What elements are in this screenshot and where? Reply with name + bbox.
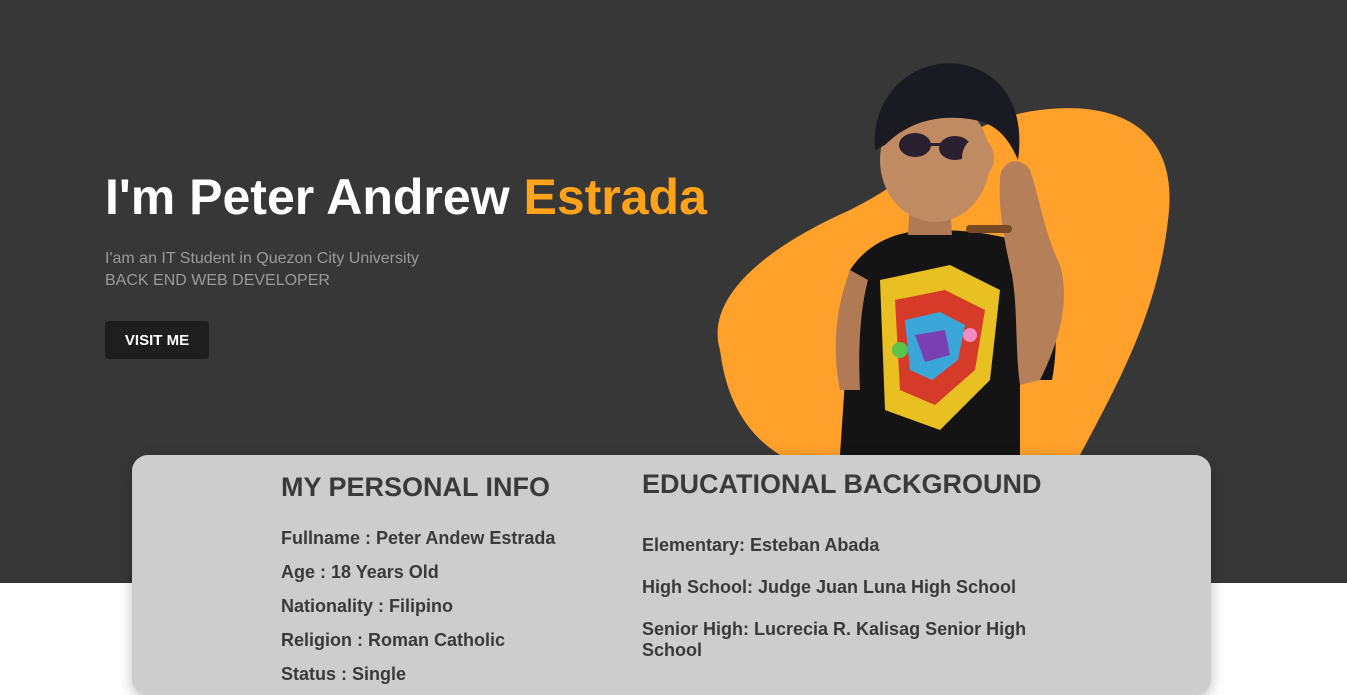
personal-info-nationality: Nationality : Filipino [281,596,453,616]
education-elementary: Elementary: Esteban Abada [642,535,880,555]
hero-title-name: I'm Peter Andrew [105,169,524,225]
hero-title-accent: Estrada [523,169,707,225]
personal-info-status: Status : Single [281,664,407,684]
visit-me-button[interactable]: VISIT ME [105,321,209,359]
hero-subtitle: I'am an IT Student in Quezon City Univer… [105,248,419,292]
education-heading: EDUCATIONAL BACKGROUND [642,469,1042,499]
hero-title: I'm Peter Andrew Estrada [105,168,707,226]
personal-info-heading: MY PERSONAL INFO [281,472,551,502]
info-card: MY PERSONAL INFO Fullname : Peter Andew … [132,455,1211,695]
hero-subtitle-line2: BACK END WEB DEVELOPER [105,272,330,289]
profile-photo [717,63,1170,455]
personal-info-column: MY PERSONAL INFO Fullname : Peter Andew … [281,472,601,684]
personal-info-age: Age : 18 Years Old [281,562,439,582]
personal-info-religion: Religion : Roman Catholic [281,630,506,650]
educational-background-column: EDUCATIONAL BACKGROUND Elementary: Esteb… [642,469,1062,660]
education-senior-high: Senior High: Lucrecia R. Kalisag Senior … [642,619,1027,660]
hero-subtitle-line1: I'am an IT Student in Quezon City Univer… [105,250,420,267]
education-high-school: High School: Judge Juan Luna High School [642,577,1017,597]
personal-info-fullname: Fullname : Peter Andew Estrada [281,528,556,548]
